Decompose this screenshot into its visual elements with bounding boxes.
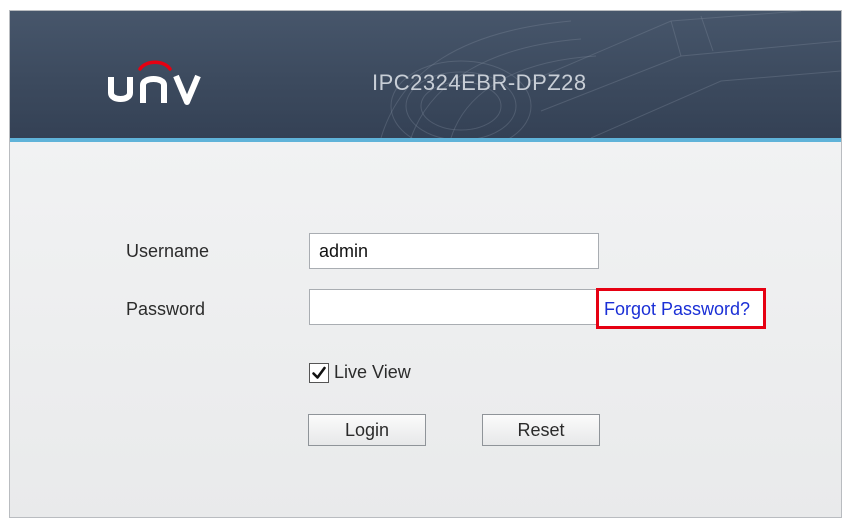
username-input[interactable] — [309, 233, 599, 269]
reset-button[interactable]: Reset — [482, 414, 600, 446]
login-window: IPC2324EBR-DPZ28 Username Password Forgo… — [9, 10, 842, 518]
header-banner: IPC2324EBR-DPZ28 — [10, 11, 841, 138]
device-model-title: IPC2324EBR-DPZ28 — [372, 70, 587, 95]
checkmark-icon — [312, 366, 326, 379]
password-input[interactable] — [309, 289, 599, 325]
username-label: Username — [126, 241, 210, 261]
password-label: Password — [126, 299, 206, 319]
login-button[interactable]: Login — [308, 414, 426, 446]
forgot-password-link[interactable]: Forgot Password? — [604, 299, 750, 320]
forgot-password-highlight: Forgot Password? — [596, 288, 766, 329]
live-view-checkbox[interactable] — [309, 363, 329, 383]
unv-logo — [108, 60, 201, 105]
login-form-panel: Username Password Forgot Password? Live … — [10, 142, 841, 517]
live-view-label[interactable]: Live View — [334, 362, 411, 383]
